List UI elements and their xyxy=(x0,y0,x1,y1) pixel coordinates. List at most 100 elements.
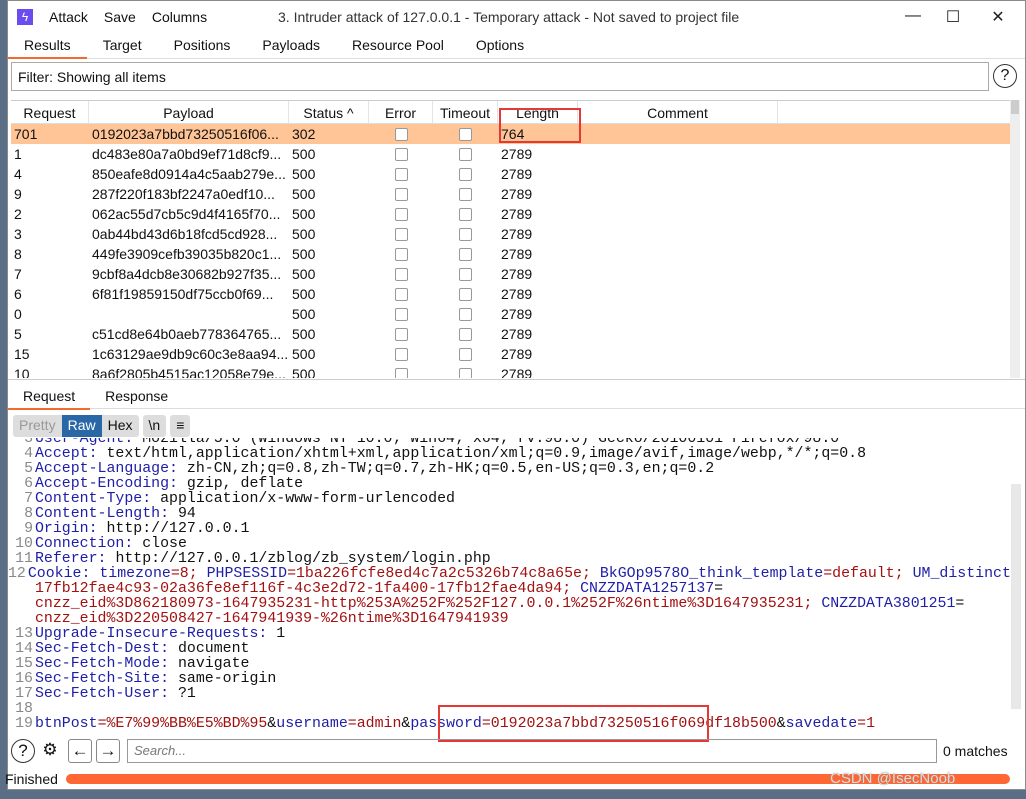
table-row[interactable]: 5 c51cd8e64b0aeb778364765... 500 2789 xyxy=(11,324,1011,344)
error-checkbox[interactable] xyxy=(394,287,408,301)
raw-button[interactable]: Raw xyxy=(61,415,102,437)
tab-response[interactable]: Response xyxy=(90,384,183,410)
split-divider[interactable] xyxy=(8,379,1025,383)
error-checkbox[interactable] xyxy=(394,127,408,141)
error-checkbox[interactable] xyxy=(394,227,408,241)
error-checkbox[interactable] xyxy=(394,327,408,341)
col-status[interactable]: Status ^ xyxy=(289,101,369,123)
menu-attack[interactable]: Attack xyxy=(49,9,88,25)
code-token: navigate xyxy=(177,656,250,672)
maximize-button[interactable]: ☐ xyxy=(943,7,963,27)
tab-resource-pool[interactable]: Resource Pool xyxy=(336,33,460,59)
col-request[interactable]: Request xyxy=(11,101,89,123)
cell-status: 500 xyxy=(292,346,316,362)
newline-toggle[interactable]: \n xyxy=(143,415,167,437)
code-line: cnzz_eid%3D220508427-1647941939-%26ntime… xyxy=(8,612,1011,627)
timeout-checkbox[interactable] xyxy=(459,367,472,378)
intruder-window: ϟ Attack Save Columns 3. Intruder attack… xyxy=(7,0,1026,790)
line-text: Accept: text/html,application/xhtml+xml,… xyxy=(34,447,866,462)
cell-timeout xyxy=(433,127,498,141)
timeout-checkbox[interactable] xyxy=(459,227,472,241)
help-icon[interactable]: ? xyxy=(11,739,35,763)
error-checkbox[interactable] xyxy=(394,247,408,261)
code-line: 10 Connection: close xyxy=(8,537,1011,552)
tab-results[interactable]: Results xyxy=(8,33,87,59)
timeout-checkbox[interactable] xyxy=(459,327,472,341)
error-checkbox[interactable] xyxy=(394,347,408,361)
table-scrollbar[interactable] xyxy=(1010,100,1020,378)
minimize-button[interactable]: — xyxy=(903,7,923,25)
error-checkbox[interactable] xyxy=(394,167,408,181)
menu-icon[interactable]: ≡ xyxy=(170,415,190,437)
cell-request: 6 xyxy=(14,286,22,302)
table-row[interactable]: 10 8a6f2805b4515ac12058e79e... 500 2789 xyxy=(11,364,1011,378)
error-checkbox[interactable] xyxy=(394,367,408,378)
col-error[interactable]: Error xyxy=(369,101,433,123)
timeout-checkbox[interactable] xyxy=(459,207,472,221)
table-row[interactable]: 8 449fe3909cefb39035b820c1... 500 2789 xyxy=(11,244,1011,264)
menu-columns[interactable]: Columns xyxy=(152,9,207,25)
window-title: 3. Intruder attack of 127.0.0.1 - Tempor… xyxy=(278,9,740,25)
cell-error xyxy=(369,287,433,301)
arrow-right-icon[interactable]: → xyxy=(96,739,120,763)
tab-request[interactable]: Request xyxy=(8,384,91,410)
code-token: Sec-Fetch-User: xyxy=(35,686,178,702)
code-token: = xyxy=(955,596,965,612)
editor-scrollbar[interactable] xyxy=(1011,484,1021,709)
table-row[interactable]: 4 850eafe8d0914a4c5aab279e... 500 2789 xyxy=(11,164,1011,184)
table-row[interactable]: 15 1c63129ae9db9c60c3e8aa94... 500 2789 xyxy=(11,344,1011,364)
close-button[interactable]: ✕ xyxy=(988,7,1008,27)
timeout-checkbox[interactable] xyxy=(459,187,472,201)
error-checkbox[interactable] xyxy=(394,147,408,161)
cell-payload: 1c63129ae9db9c60c3e8aa94... xyxy=(92,346,289,362)
pretty-button[interactable]: Pretty xyxy=(13,415,62,437)
table-row[interactable]: 3 0ab44bd43d6b18fcd5cd928... 500 2789 xyxy=(11,224,1011,244)
line-text: Upgrade-Insecure-Requests: 1 xyxy=(34,627,285,642)
timeout-checkbox[interactable] xyxy=(459,127,472,141)
error-checkbox[interactable] xyxy=(394,207,408,221)
error-checkbox[interactable] xyxy=(394,267,408,281)
filter-bar[interactable]: Filter: Showing all items xyxy=(11,62,989,91)
table-row[interactable]: 6 6f81f19859150df75ccb0f69... 500 2789 xyxy=(11,284,1011,304)
line-number: 6 xyxy=(24,476,33,492)
menu-save[interactable]: Save xyxy=(104,9,136,25)
col-payload[interactable]: Payload xyxy=(89,101,289,123)
table-row[interactable]: 1 dc483e80a7a0bd9ef71d8cf9... 500 2789 xyxy=(11,144,1011,164)
table-row[interactable]: 2 062ac55d7cb5c9d4f4165f70... 500 2789 xyxy=(11,204,1011,224)
timeout-checkbox[interactable] xyxy=(459,287,472,301)
tab-payloads[interactable]: Payloads xyxy=(246,33,336,59)
timeout-checkbox[interactable] xyxy=(459,307,472,321)
col-comment[interactable]: Comment xyxy=(578,101,778,123)
cell-error xyxy=(369,367,433,378)
hex-button[interactable]: Hex xyxy=(102,415,139,437)
cell-payload: 8a6f2805b4515ac12058e79e... xyxy=(92,366,286,378)
tab-target[interactable]: Target xyxy=(87,33,158,59)
table-row[interactable]: 0 500 2789 xyxy=(11,304,1011,324)
tab-options[interactable]: Options xyxy=(460,33,540,59)
cell-length: 2789 xyxy=(501,146,533,162)
search-input[interactable]: Search... xyxy=(127,739,937,763)
tab-positions[interactable]: Positions xyxy=(158,33,247,59)
timeout-checkbox[interactable] xyxy=(459,167,472,181)
cell-length: 2789 xyxy=(501,286,533,302)
code-line: 15 Sec-Fetch-Mode: navigate xyxy=(8,657,1011,672)
col-timeout[interactable]: Timeout xyxy=(433,101,498,123)
timeout-checkbox[interactable] xyxy=(459,147,472,161)
timeout-checkbox[interactable] xyxy=(459,347,472,361)
timeout-checkbox[interactable] xyxy=(459,247,472,261)
table-row[interactable]: 9 287f220f183bf2247a0edf10... 500 2789 xyxy=(11,184,1011,204)
timeout-checkbox[interactable] xyxy=(459,267,472,281)
gear-icon[interactable]: ⚙ xyxy=(38,739,62,763)
error-checkbox[interactable] xyxy=(394,307,408,321)
code-token: document xyxy=(177,641,250,657)
error-checkbox[interactable] xyxy=(394,187,408,201)
request-editor[interactable]: 3 User-Agent: Mozilla/5.0 (Windows NT 10.… xyxy=(8,438,1011,736)
cell-request: 0 xyxy=(14,306,22,322)
arrow-left-icon[interactable]: ← xyxy=(68,739,92,763)
line-text: cnzz_eid%3D862180973-1647935231-http%253… xyxy=(34,597,964,612)
table-body: 701 0192023a7bbd73250516f06... 302 764 1 dc48… xyxy=(11,124,1011,378)
code-token: http://127.0.0.1 xyxy=(106,521,250,537)
help-icon[interactable]: ? xyxy=(993,64,1017,88)
table-row[interactable]: 7 9cbf8a4dcb8e30682b927f35... 500 2789 xyxy=(11,264,1011,284)
scroll-thumb[interactable] xyxy=(1011,100,1019,114)
